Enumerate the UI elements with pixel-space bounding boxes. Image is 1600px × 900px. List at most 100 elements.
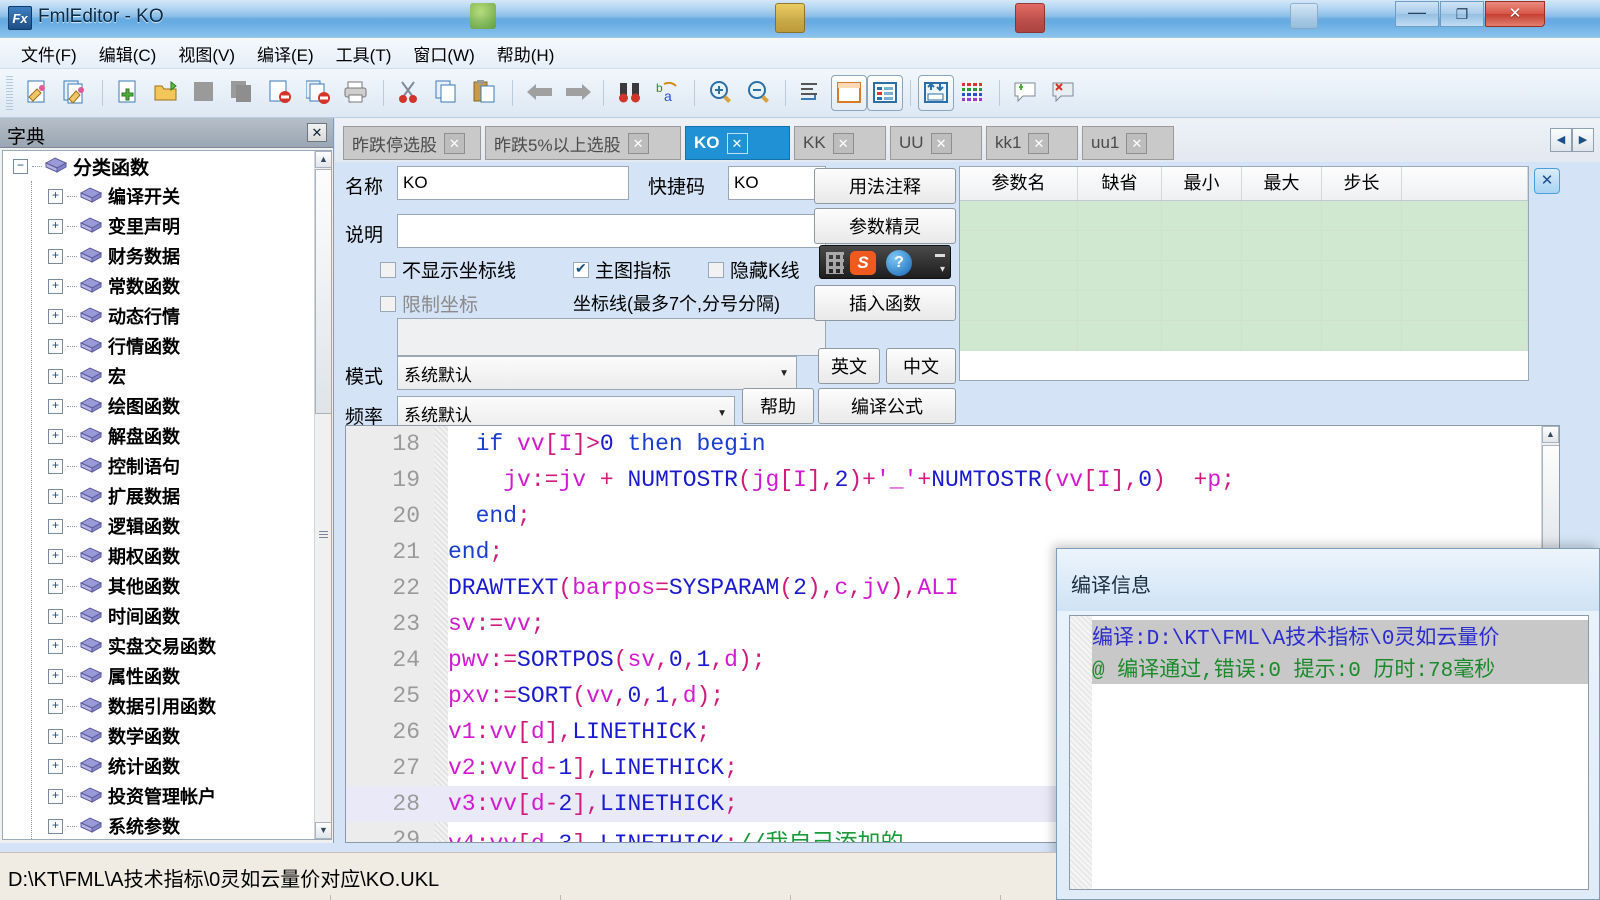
tree-expander-icon[interactable]: + [48,519,63,534]
tab-0[interactable]: 昨跌停选股✕ [343,126,481,160]
grid-cell[interactable] [960,231,1078,260]
english-button[interactable]: 英文 [818,348,880,384]
insert-function-button[interactable]: 插入函数 [814,285,956,321]
axis-line-input[interactable] [397,318,826,356]
ime-expand-icon[interactable]: ▾ [940,264,945,275]
copy-icon[interactable] [429,74,467,112]
tree-expander-icon[interactable]: + [48,369,63,384]
grid-cell[interactable] [1162,321,1242,350]
grid-cell[interactable] [1162,201,1242,230]
grid-cell[interactable] [960,261,1078,290]
grid-cell[interactable] [1078,291,1162,320]
tree-expander-icon[interactable]: + [48,309,63,324]
grid-cell[interactable] [1242,231,1322,260]
tree-node-20[interactable]: +投资管理帐户 [3,781,331,811]
hide-k-checkbox-row[interactable]: 隐藏K线 [708,256,800,283]
hide-k-checkbox[interactable] [708,262,724,278]
tree-node-19[interactable]: +统计函数 [3,751,331,781]
grid-cell[interactable] [960,291,1078,320]
minimize-button[interactable]: — [1395,1,1439,27]
grid-row[interactable] [960,291,1528,321]
grid-row[interactable] [960,231,1528,261]
menu-edit[interactable]: 编辑(C) [88,38,168,69]
limit-axis-checkbox[interactable] [380,296,396,312]
list-panel-icon[interactable] [867,75,903,111]
chinese-button[interactable]: 中文 [886,348,956,384]
tree-node-9[interactable]: +控制语句 [3,451,331,481]
tree-expander-icon[interactable]: + [48,819,63,834]
code-line-18[interactable]: 18 if vv[I]>0 then begin [346,426,1559,462]
menu-view[interactable]: 视图(V) [167,38,246,69]
zoom-in-icon[interactable] [702,74,740,112]
tree-node-3[interactable]: +常数函数 [3,271,331,301]
tree-expander-icon[interactable]: + [48,759,63,774]
menu-compile[interactable]: 编译(E) [246,38,325,69]
tree-expander-icon[interactable]: + [48,429,63,444]
grid-cell[interactable] [1322,321,1402,350]
shortcut-input[interactable]: KO [728,166,826,200]
menu-help[interactable]: 帮助(H) [486,38,566,69]
grid-cell[interactable] [1402,231,1528,260]
tree-scroll-thumb[interactable] [315,169,332,414]
tab-4[interactable]: UU✕ [890,126,982,160]
editor-scroll-thumb[interactable] [1542,445,1560,565]
grid-cell[interactable] [1322,231,1402,260]
tree-node-4[interactable]: +动态行情 [3,301,331,331]
grid-row[interactable] [960,201,1528,231]
description-input[interactable] [397,214,826,248]
no-axis-checkbox[interactable] [380,262,396,278]
tree-node-13[interactable]: +其他函数 [3,571,331,601]
tab-close-icon[interactable]: ✕ [1126,133,1147,154]
grid-cell[interactable] [1322,291,1402,320]
delete-documents-icon[interactable] [300,74,338,112]
ime-minimize-icon[interactable]: ▬ [935,249,945,260]
tree-node-15[interactable]: +实盘交易函数 [3,631,331,661]
cut-icon[interactable] [391,74,429,112]
grid-cell[interactable] [1078,231,1162,260]
code-line-19[interactable]: 19 jv:=jv + NUMTOSTR(jg[I],2)+'_'+NUMTOS… [346,462,1559,498]
tree-expander-icon[interactable]: + [48,339,63,354]
tree-node-18[interactable]: +数学函数 [3,721,331,751]
grid-cell[interactable] [1242,201,1322,230]
tree-expander-icon[interactable]: − [13,159,28,174]
tree-expander-icon[interactable]: + [48,699,63,714]
tree-expander-icon[interactable]: + [48,189,63,204]
tree-node-5[interactable]: +行情函数 [3,331,331,361]
dictionary-close-button[interactable]: ✕ [307,123,327,142]
tree-node-12[interactable]: +期权函数 [3,541,331,571]
ime-toolbar[interactable]: S ? ▬ ▾ [819,245,951,279]
tree-scroll-down-button[interactable]: ▼ [315,822,332,839]
tab-close-icon[interactable]: ✕ [931,133,952,154]
function-tree[interactable]: −分类函数+编译开关+变里声明+财务数据+常数函数+动态行情+行情函数+宏+绘图… [2,150,332,840]
tree-expander-icon[interactable]: + [48,489,63,504]
grid-cell[interactable] [1078,201,1162,230]
sync-panel-icon[interactable] [918,75,954,111]
no-axis-checkbox-row[interactable]: 不显示坐标线 [380,256,516,283]
new-document-icon[interactable] [110,74,148,112]
paste-icon[interactable] [467,74,505,112]
compile-info-output[interactable]: 编译:D:\KT\FML\A技术指标\0灵如云量价 @ 编译通过,错误:0 提示… [1069,615,1589,890]
tree-node-root[interactable]: −分类函数 [3,151,331,181]
tab-close-icon[interactable]: ✕ [727,133,748,154]
tree-expander-icon[interactable]: + [48,399,63,414]
grid-cell[interactable] [1402,261,1528,290]
tree-expander-icon[interactable]: + [48,219,63,234]
tree-node-10[interactable]: +扩展数据 [3,481,331,511]
tab-3[interactable]: KK✕ [794,126,886,160]
editor-scroll-up-button[interactable]: ▲ [1542,426,1559,443]
delete-document-icon[interactable] [262,74,300,112]
window-panel-icon[interactable] [831,75,867,111]
tree-expander-icon[interactable]: + [48,789,63,804]
edit-document-icon[interactable] [19,74,57,112]
color-palette-icon[interactable] [954,74,992,112]
tree-node-14[interactable]: +时间函数 [3,601,331,631]
close-button[interactable]: ✕ [1485,1,1545,27]
tree-expander-icon[interactable]: + [48,279,63,294]
tree-node-0[interactable]: +编译开关 [3,181,331,211]
tree-scrollbar[interactable]: ▲ ▼ [314,151,331,839]
grid-cell[interactable] [1078,321,1162,350]
tree-expander-icon[interactable]: + [48,639,63,654]
parameter-grid[interactable]: 参数名缺省最小最大步长 [959,166,1529,381]
sogou-icon[interactable]: S [850,251,876,275]
indent-icon[interactable] [793,74,831,112]
